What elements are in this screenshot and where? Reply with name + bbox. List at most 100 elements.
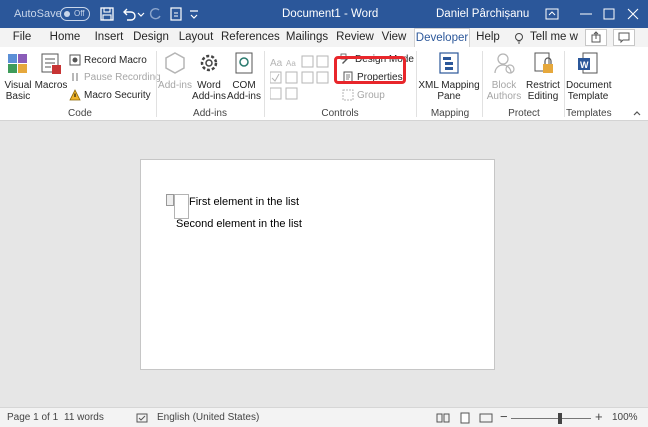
control-handle[interactable]	[166, 194, 174, 206]
document-title: Document1 - Word	[282, 8, 379, 20]
tab-home[interactable]: Home	[47, 28, 83, 47]
addins-hexagon-icon	[165, 52, 185, 74]
group-separator	[264, 51, 265, 117]
tab-file[interactable]: File	[8, 28, 36, 47]
group-icon	[342, 89, 354, 101]
tab-review[interactable]: Review	[335, 28, 375, 47]
macros-icon	[41, 53, 61, 74]
group-label-mapping: Mapping	[430, 108, 470, 119]
close-icon[interactable]	[614, 0, 648, 28]
zoom-in-button[interactable]: +	[595, 409, 603, 424]
group-label-code: Code	[68, 108, 92, 119]
document-page[interactable]	[140, 159, 495, 370]
touch-mode-icon[interactable]	[167, 5, 185, 23]
list-item[interactable]: Second element in the list	[176, 218, 302, 230]
svg-text:Aa: Aa	[270, 58, 283, 69]
ribbon-tabs: File Home Insert Design Layout Reference…	[0, 28, 648, 47]
tab-design[interactable]: Design	[131, 28, 171, 47]
group-label-addins: Add-ins	[193, 108, 227, 119]
visual-basic-label: Visual Basic	[4, 80, 32, 102]
pause-recording-button: Pause Recording	[69, 70, 161, 86]
status-bar: Page 1 of 1 11 words English (United Sta…	[0, 407, 648, 427]
web-layout-icon[interactable]	[479, 412, 493, 424]
zoom-slider-track[interactable]	[511, 418, 591, 419]
comment-icon	[618, 32, 630, 44]
macros-button[interactable]: Macros	[34, 50, 68, 91]
list-item[interactable]: First element in the list	[189, 196, 299, 208]
ribbon-developer: Visual Basic Macros Record Macro Pause R…	[0, 47, 648, 121]
block-authors-label: Block Authors	[486, 80, 522, 102]
record-macro-label: Record Macro	[84, 55, 147, 66]
visual-basic-icon	[8, 54, 27, 73]
record-macro-button[interactable]: Record Macro	[69, 53, 147, 69]
xml-mapping-icon	[439, 52, 459, 74]
tab-help[interactable]: Help	[474, 28, 502, 47]
group-label-protect: Protect	[508, 108, 540, 119]
redo-icon[interactable]	[146, 5, 164, 23]
word-template-icon: W	[578, 52, 598, 74]
zoom-slider-handle[interactable]	[558, 413, 562, 424]
autosave-toggle[interactable]: Off	[60, 7, 90, 21]
save-icon[interactable]	[98, 5, 116, 23]
share-icon	[591, 31, 601, 43]
group-label-controls: Controls	[321, 108, 359, 119]
customize-qat-icon[interactable]	[188, 5, 200, 23]
content-controls-row-2	[270, 71, 329, 84]
word-count[interactable]: 11 words	[64, 412, 104, 423]
tab-mailings[interactable]: Mailings	[284, 28, 330, 47]
visual-basic-button[interactable]: Visual Basic	[2, 50, 34, 102]
addins-label: Add-ins	[158, 80, 192, 91]
document-template-label: Document Template	[566, 80, 612, 102]
legacy-tools-icon	[270, 87, 298, 100]
pause-icon	[72, 73, 78, 81]
macros-label: Macros	[34, 80, 68, 91]
pause-recording-label: Pause Recording	[84, 72, 161, 83]
group-separator	[564, 51, 565, 117]
group-button: Group	[342, 88, 385, 104]
comments-button[interactable]	[613, 29, 635, 46]
restrict-editing-button[interactable]: Restrict Editing	[524, 50, 562, 102]
page-count[interactable]: Page 1 of 1	[7, 412, 58, 423]
properties-highlight-box	[334, 56, 406, 84]
read-mode-icon[interactable]	[436, 412, 450, 424]
tell-me-search[interactable]: Tell me w	[530, 28, 578, 47]
word-addins-label: Word Add-ins	[192, 80, 226, 102]
tab-view[interactable]: View	[378, 28, 410, 47]
group-separator	[156, 51, 157, 117]
group-separator	[482, 51, 483, 117]
xml-mapping-pane-label: XML Mapping Pane	[418, 80, 480, 102]
addins-button: Add-ins	[158, 50, 192, 91]
language[interactable]: English (United States)	[157, 412, 259, 423]
zoom-out-button[interactable]: −	[500, 409, 508, 424]
print-layout-icon[interactable]	[458, 412, 472, 424]
word-addins-button[interactable]: Word Add-ins	[192, 50, 226, 102]
restrict-editing-label: Restrict Editing	[526, 80, 560, 102]
share-button[interactable]	[585, 29, 607, 46]
com-addins-label: COM Add-ins	[227, 80, 261, 102]
ribbon-display-options-icon[interactable]	[533, 0, 571, 28]
xml-mapping-pane-button[interactable]: XML Mapping Pane	[418, 50, 480, 102]
title-bar: AutoSave Off Document1 - Word Daniel Pâr…	[0, 0, 648, 28]
group-label-templates: Templates	[566, 108, 612, 119]
com-addins-button[interactable]: COM Add-ins	[226, 50, 262, 102]
document-template-button[interactable]: W Document Template	[566, 50, 612, 102]
user-name[interactable]: Daniel Pârchișanu	[436, 8, 529, 20]
block-authors-button: Block Authors	[485, 50, 523, 102]
zoom-level[interactable]: 100%	[612, 412, 638, 423]
lightbulb-icon	[515, 33, 523, 44]
tab-layout[interactable]: Layout	[175, 28, 217, 47]
content-controls-row-1: Aa Aa	[270, 55, 329, 69]
tab-references[interactable]: References	[221, 28, 280, 47]
proofing-icon[interactable]	[136, 412, 148, 424]
tab-insert[interactable]: Insert	[90, 28, 128, 47]
gear-icon	[200, 54, 218, 72]
undo-dropdown-icon[interactable]	[136, 5, 146, 23]
tab-developer[interactable]: Developer	[414, 28, 470, 47]
svg-text:W: W	[580, 60, 589, 70]
lock-icon	[534, 52, 553, 73]
svg-text:Aa: Aa	[286, 59, 296, 68]
macro-security-button[interactable]: Macro Security	[69, 88, 151, 104]
collapse-ribbon-icon[interactable]	[632, 109, 642, 117]
content-control-box[interactable]	[174, 194, 189, 219]
record-macro-icon	[69, 54, 81, 66]
